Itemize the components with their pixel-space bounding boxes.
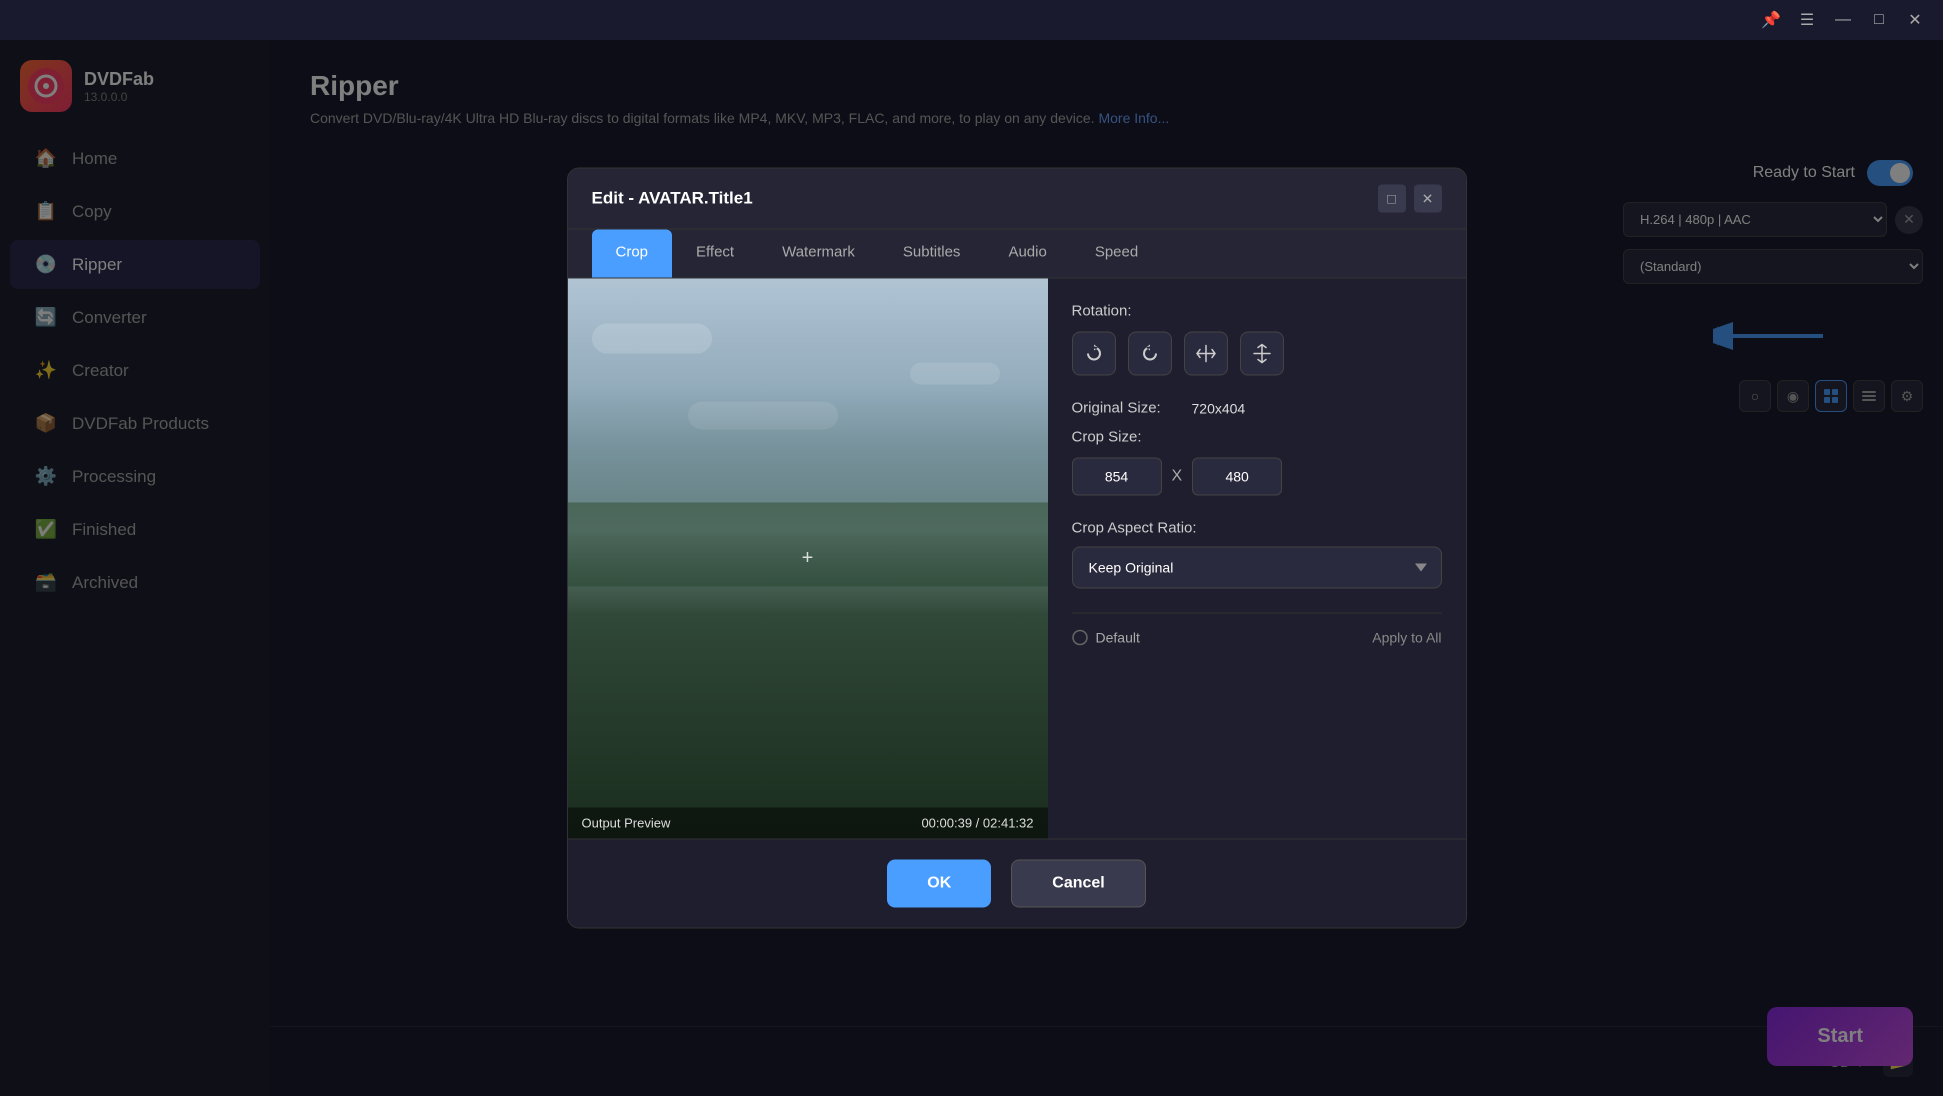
maximize-button[interactable]: □ [1861,2,1897,38]
menu-button[interactable]: ☰ [1789,2,1825,38]
crop-aspect-section: Crop Aspect Ratio: Keep Original [1072,520,1442,589]
rotation-section: Rotation: [1072,303,1442,376]
titlebar: 📌 ☰ — □ ✕ [0,0,1943,40]
default-row: Default Apply to All [1072,630,1442,646]
cancel-button[interactable]: Cancel [1011,860,1145,908]
modal-header-buttons: □ ✕ [1378,185,1442,213]
divider [1072,613,1442,614]
crop-size-label-row: Crop Size: [1072,429,1442,446]
modal-footer: OK Cancel [568,839,1466,928]
crop-separator: X [1172,468,1183,486]
tab-watermark[interactable]: Watermark [758,230,879,278]
controls-panel: Rotation: [1048,279,1466,839]
crop-aspect-label: Crop Aspect Ratio: [1072,520,1442,537]
output-preview-label: Output Preview [582,816,671,831]
rotation-buttons [1072,332,1442,376]
crop-size-label: Crop Size: [1072,429,1182,446]
pin-button[interactable]: 📌 [1753,2,1789,38]
modal-close-button[interactable]: ✕ [1414,185,1442,213]
tab-effect[interactable]: Effect [672,230,758,278]
crop-width-input[interactable] [1072,458,1162,496]
modal-tabs: Crop Effect Watermark Subtitles Audio Sp… [568,230,1466,279]
modal-header: Edit - AVATAR.Title1 □ ✕ [568,169,1466,230]
crop-height-input[interactable] [1192,458,1282,496]
rotation-label: Rotation: [1072,303,1442,320]
tab-crop[interactable]: Crop [592,230,673,278]
original-size-value: 720x404 [1192,400,1246,416]
modal-title: Edit - AVATAR.Title1 [592,189,753,209]
edit-modal: Edit - AVATAR.Title1 □ ✕ Crop Effect Wat… [567,168,1467,929]
video-label-bar: Output Preview 00:00:39 / 02:41:32 [568,808,1048,839]
modal-body: + Output Preview 00:00:39 / 02:41:32 Rot… [568,279,1466,839]
crop-size-inputs: X [1072,458,1442,496]
minimize-button[interactable]: — [1825,2,1861,38]
original-size-label: Original Size: [1072,400,1182,417]
apply-to-all-button[interactable]: Apply to All [1372,630,1441,646]
tab-audio[interactable]: Audio [984,230,1070,278]
flip-vertical-button[interactable] [1240,332,1284,376]
crop-crosshair: + [802,547,814,570]
crop-aspect-select[interactable]: Keep Original [1072,547,1442,589]
video-preview: + Output Preview 00:00:39 / 02:41:32 [568,279,1048,839]
modal-maximize-button[interactable]: □ [1378,185,1406,213]
default-radio[interactable]: Default [1072,630,1140,646]
tab-speed[interactable]: Speed [1071,230,1162,278]
close-button[interactable]: ✕ [1897,2,1933,38]
video-frame: + Output Preview 00:00:39 / 02:41:32 [568,279,1048,839]
ok-button[interactable]: OK [887,860,991,908]
rotate-counterclockwise-button[interactable] [1128,332,1172,376]
flip-horizontal-button[interactable] [1184,332,1228,376]
timestamp-label: 00:00:39 / 02:41:32 [921,816,1033,831]
original-size-row: Original Size: 720x404 [1072,400,1442,417]
tab-subtitles[interactable]: Subtitles [879,230,985,278]
rotate-clockwise-button[interactable] [1072,332,1116,376]
